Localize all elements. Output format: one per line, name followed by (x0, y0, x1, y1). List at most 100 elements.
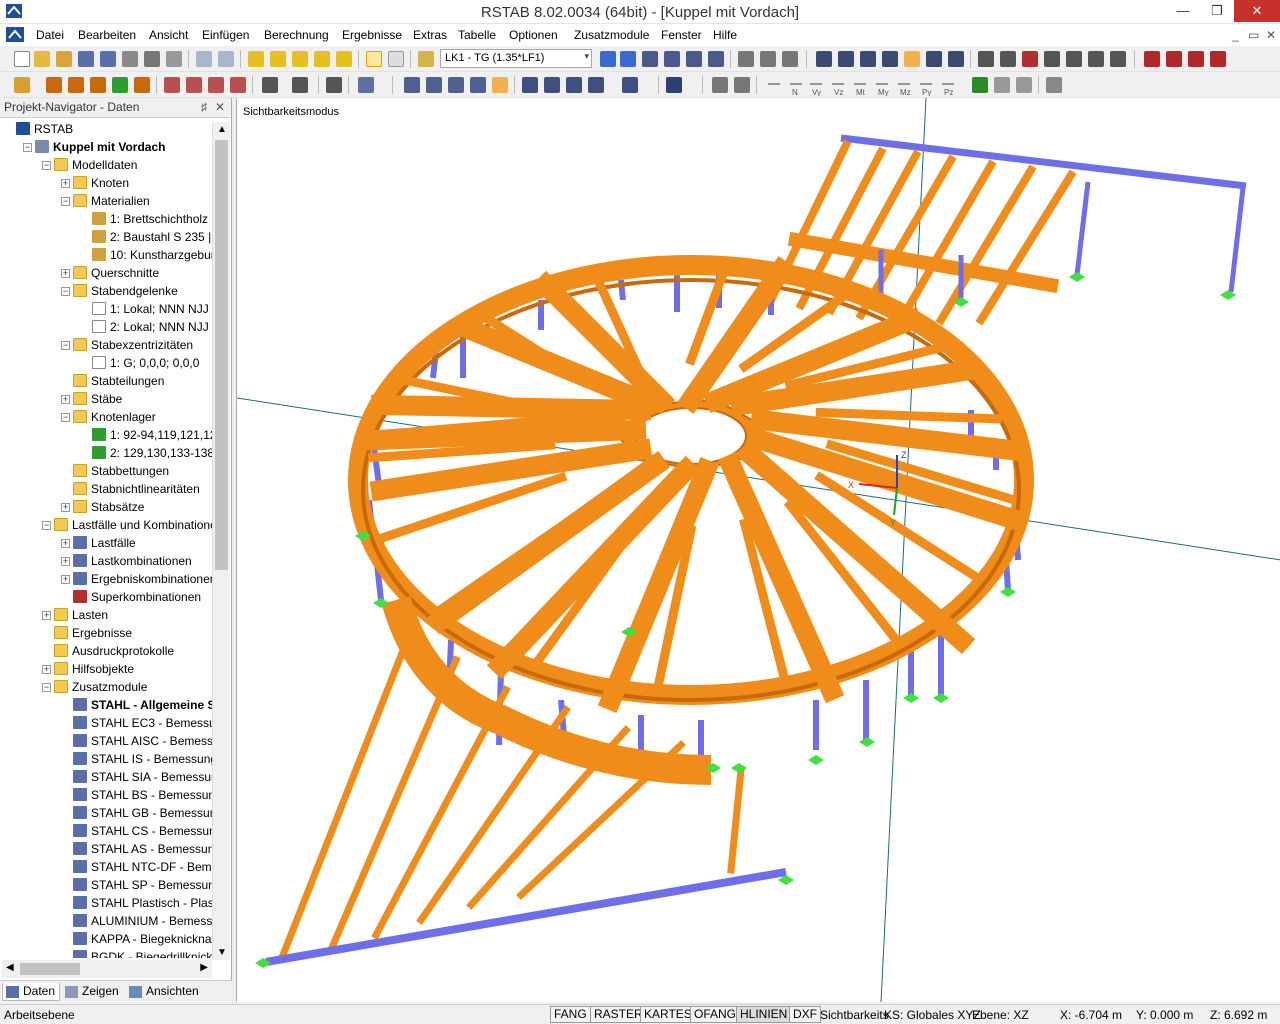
force-mz-label[interactable]: Mz (900, 88, 911, 96)
expand-icon[interactable]: + (61, 557, 70, 566)
measure-icon[interactable] (326, 77, 342, 93)
tree-item[interactable]: STAHL IS - Bemessung i (0, 750, 212, 768)
view-iso-icon[interactable] (492, 77, 508, 93)
tree-item[interactable]: STAHL AISC - Bemessur (0, 732, 212, 750)
model-3d-graphic[interactable]: X Z Y (237, 98, 1280, 1002)
tree-item[interactable]: BGDK - Biegedrillknickn (0, 948, 212, 958)
tree-item[interactable]: + Knoten (0, 174, 212, 192)
expand-icon[interactable]: + (42, 611, 51, 620)
tree-item[interactable]: 1: Brettschichtholz G (0, 210, 212, 228)
tree-item[interactable]: STAHL EC3 - Bemessun (0, 714, 212, 732)
status-ofang-button[interactable]: OFANG (690, 1006, 741, 1023)
tree-item[interactable]: − Materialien (0, 192, 212, 210)
scroll-up-icon[interactable]: ▲ (217, 124, 227, 135)
status-dxf-button[interactable]: DXF (789, 1006, 821, 1023)
force-mt-label[interactable]: Mt (856, 88, 866, 96)
tree-item[interactable]: − Stabendgelenke (0, 282, 212, 300)
tree-item[interactable]: − Knotenlager (0, 408, 212, 426)
nodal-load-icon[interactable] (164, 77, 180, 93)
tree-item[interactable]: + Ergebniskombinationen (0, 570, 212, 588)
save-icon[interactable] (100, 51, 116, 67)
display-icon[interactable] (666, 77, 682, 93)
tree-item[interactable]: 2: 129,130,133-138,18 (0, 444, 212, 462)
node-icon[interactable] (14, 77, 30, 93)
force-n-label[interactable]: N (792, 88, 798, 96)
navigator-vertical-scrollbar[interactable]: ▲ ▼ (212, 122, 230, 960)
view-y-icon[interactable] (544, 77, 560, 93)
tree-item[interactable]: STAHL SP - Bemessung (0, 876, 212, 894)
results-b-icon[interactable] (994, 77, 1010, 93)
navigator-horizontal-scrollbar[interactable]: ◀ ▶ (2, 960, 212, 978)
tree-item[interactable]: + Lastfälle (0, 534, 212, 552)
zoom-window-icon[interactable] (292, 51, 308, 67)
visibility-icon[interactable] (904, 51, 920, 67)
view-minus-x-icon[interactable] (588, 77, 604, 93)
expand-icon[interactable]: + (61, 575, 70, 584)
comment-icon[interactable] (292, 77, 308, 93)
tree-item[interactable]: − Zusatzmodule (0, 678, 212, 696)
menu-zusatzmodule[interactable]: Zusatzmodule (574, 28, 649, 42)
results-on-icon[interactable] (642, 51, 658, 67)
expand-icon[interactable]: + (61, 539, 70, 548)
print-icon[interactable] (144, 51, 160, 67)
status-kartes-button[interactable]: KARTES (640, 1006, 696, 1023)
tree-item[interactable]: STAHL SIA - Bemessung (0, 768, 212, 786)
redo-icon[interactable] (218, 51, 234, 67)
clip-icon[interactable] (734, 77, 750, 93)
tree-item[interactable]: 1: G; 0,0,0; 0,0,0 (0, 354, 212, 372)
tab-daten[interactable]: Daten (2, 983, 61, 1001)
navigator-toggle-icon[interactable] (366, 51, 382, 67)
zoom-previous-icon[interactable] (448, 77, 464, 93)
tree-item[interactable]: STAHL GB - Bemessung (0, 804, 212, 822)
tree-item[interactable]: STAHL NTC-DF - Beme: (0, 858, 212, 876)
results-a-icon[interactable] (972, 77, 988, 93)
line-member-icon[interactable] (46, 77, 62, 93)
mdi-restore-button[interactable]: ▭ (1248, 28, 1259, 42)
status-hlinien-button[interactable]: HLINIEN (736, 1006, 792, 1023)
hscroll-thumb[interactable] (20, 963, 80, 975)
select-icon[interactable] (314, 51, 330, 67)
navigator-close-icon[interactable]: ✕ (215, 100, 225, 114)
delete-icon[interactable] (1022, 51, 1038, 67)
minimize-button[interactable]: — (1166, 0, 1200, 22)
tree-item[interactable]: 2: Baustahl S 235 | DI (0, 228, 212, 246)
collapse-icon[interactable]: − (42, 521, 51, 530)
tool-f-icon[interactable] (1110, 51, 1126, 67)
tree-item[interactable]: STAHL BS - Bemessung (0, 786, 212, 804)
tree-item[interactable]: − Kuppel mit Vordach (0, 138, 212, 156)
status-raster-button[interactable]: RASTER (590, 1006, 647, 1023)
hide-icon[interactable] (336, 51, 352, 67)
render-icon[interactable] (622, 77, 638, 93)
view-z-icon[interactable] (566, 77, 582, 93)
tree-item[interactable]: KAPPA - Biegeknicknac (0, 930, 212, 948)
tree-item[interactable]: STAHL AS - Bemessung (0, 840, 212, 858)
menu-berechnung[interactable]: Berechnung (264, 28, 329, 42)
tree-item[interactable]: Superkombinationen (0, 588, 212, 606)
deformation-icon[interactable] (686, 51, 702, 67)
tree-item[interactable]: RSTAB (0, 120, 212, 138)
tree-item[interactable]: + Lastkombinationen (0, 552, 212, 570)
tree-item[interactable]: ALUMINIUM - Bemessu (0, 912, 212, 930)
tree-item[interactable]: STAHL CS - Bemessung (0, 822, 212, 840)
expand-icon[interactable]: + (61, 179, 70, 188)
import-b-icon[interactable] (1210, 51, 1226, 67)
report-icon[interactable] (1046, 77, 1062, 93)
tree-item[interactable]: Ausdruckprotokolle (0, 642, 212, 660)
menu-optionen[interactable]: Optionen (509, 28, 558, 42)
menu-hilfe[interactable]: Hilfe (713, 28, 737, 42)
tree-item[interactable]: + Hilfsobjekte (0, 660, 212, 678)
loadcase-select[interactable]: LK1 - TG (1.35*LF1) ▾ (440, 49, 592, 68)
print-graphic-icon[interactable] (166, 51, 182, 67)
force-pz-label[interactable]: Pz (944, 88, 953, 96)
new-icon[interactable] (14, 51, 30, 67)
force-my-label[interactable]: My (878, 88, 889, 96)
force-vy-label[interactable]: Vy (812, 88, 821, 96)
print-preview-icon[interactable] (122, 51, 138, 67)
tree-item[interactable]: + Stabsätze (0, 498, 212, 516)
collapse-icon[interactable]: − (42, 683, 51, 692)
menu-datei[interactable]: Datei (36, 28, 64, 42)
collapse-icon[interactable]: − (61, 413, 70, 422)
support-icon[interactable] (112, 77, 128, 93)
view-3d-icon[interactable] (816, 51, 832, 67)
section-icon[interactable] (760, 51, 776, 67)
